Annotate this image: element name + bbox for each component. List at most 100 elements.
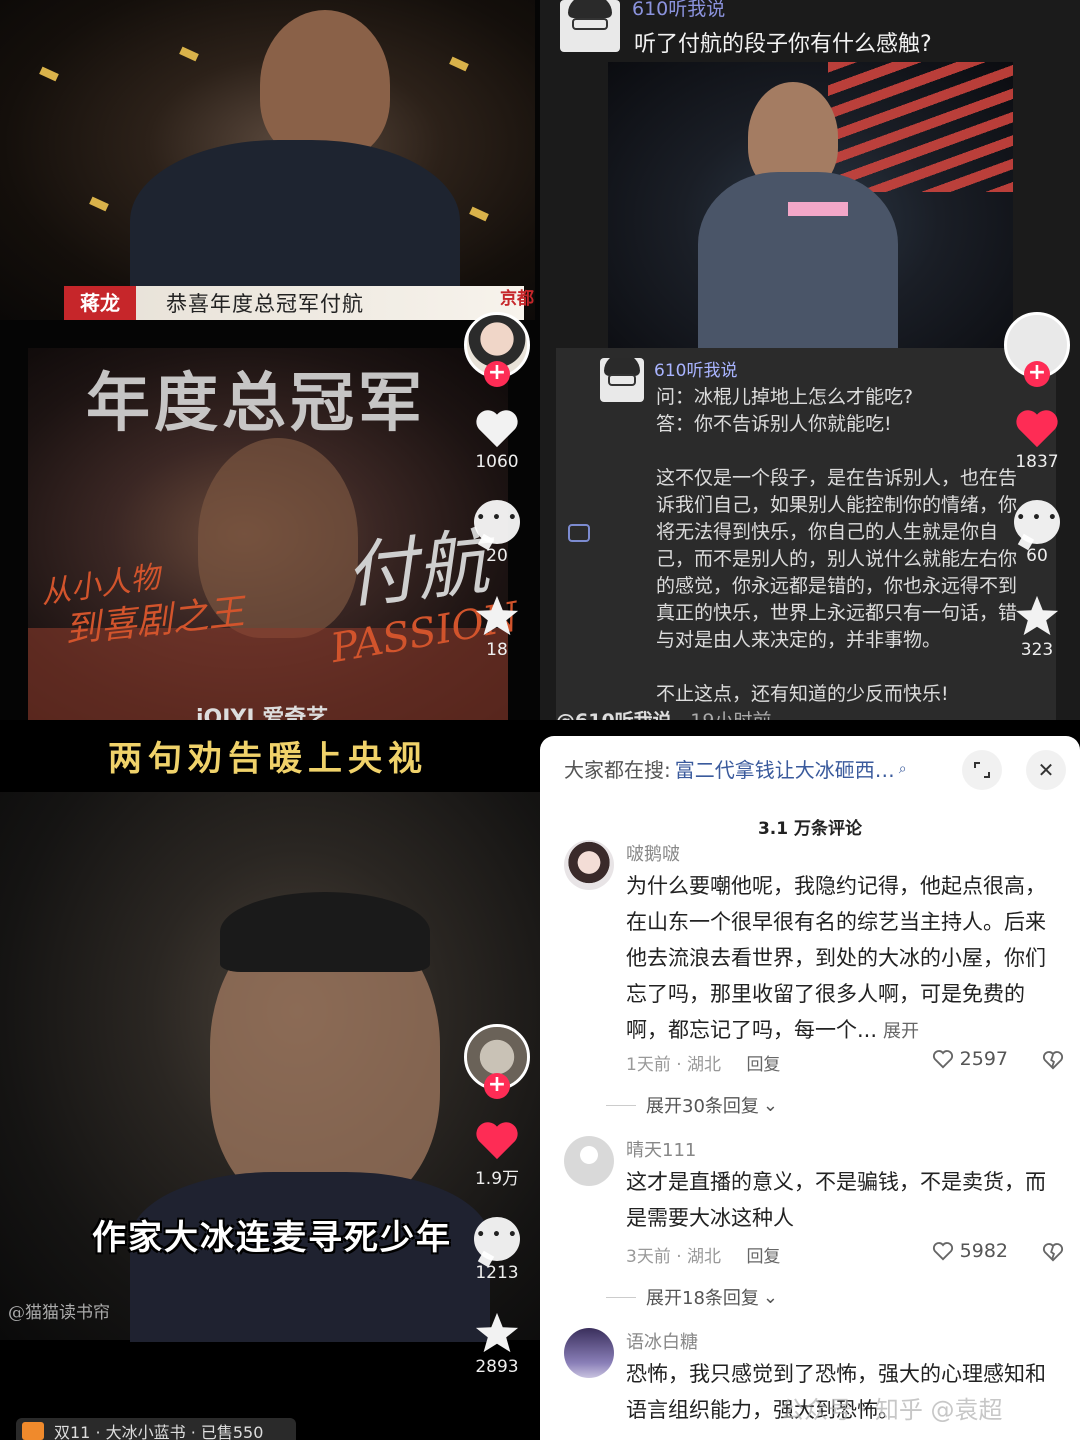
author-avatar[interactable]	[560, 0, 620, 52]
caption-text: 恭喜年度总冠军付航	[166, 292, 364, 316]
video-author-handle-text: @610听我说	[556, 710, 672, 720]
comment-bubble-icon	[474, 500, 520, 544]
comment-count: 60	[1026, 546, 1048, 566]
video-panel-bottom-left: 两句劝告暖上央视 作家大冰连麦寻死少年 @猫猫读书帘 双11 · 大冰小蓝书 ·…	[0, 720, 540, 1440]
commenter-name[interactable]: 啵鹅啵	[626, 840, 680, 866]
shop-bag-icon	[22, 1422, 44, 1440]
favorite-count: 2893	[475, 1357, 519, 1377]
like-count: 1837	[1015, 452, 1059, 472]
favorite-button[interactable]	[1012, 594, 1062, 638]
comment-like-button[interactable]: 2597	[932, 1048, 1008, 1070]
video-panel-top-left: 蒋龙 恭喜年度总冠军付航 京都 年度总冠军 付航 从小人物 到喜剧之王 PASS…	[0, 0, 540, 720]
star-icon	[475, 595, 519, 636]
comment-button[interactable]	[472, 500, 522, 544]
heart-outline-icon	[932, 1242, 953, 1261]
creator-avatar[interactable]: +	[1004, 312, 1070, 387]
comment-button[interactable]	[472, 1217, 522, 1261]
commenter-name[interactable]: 晴天111	[626, 1136, 696, 1162]
expand-icon	[974, 762, 990, 778]
commenter-avatar[interactable]	[564, 1136, 614, 1186]
commenter-avatar[interactable]	[564, 1328, 614, 1378]
broken-heart-icon[interactable]	[1042, 1242, 1064, 1262]
shop-link-text: 双11 · 大冰小蓝书 · 已售550	[54, 1423, 264, 1440]
like-button[interactable]	[472, 406, 522, 450]
like-count: 1060	[475, 452, 519, 472]
heart-icon	[476, 1122, 518, 1160]
heart-icon	[1016, 410, 1058, 448]
post-line: 问：冰棍儿掉地上怎么才能吃?	[656, 386, 914, 408]
search-icon: ⌕	[898, 760, 907, 777]
stage-big-title: 年度总冠军	[86, 366, 426, 441]
creator-avatar[interactable]: +	[464, 312, 530, 387]
channel-tag: 京都	[500, 289, 534, 309]
favorite-count: 18	[486, 640, 508, 660]
heart-icon	[476, 410, 518, 448]
follow-plus-icon[interactable]: +	[484, 361, 510, 387]
comment-like-count: 2597	[959, 1048, 1008, 1070]
post-line: 将无法得到快乐，你自己的人生就是你自	[656, 521, 999, 543]
expand-replies[interactable]: 展开30条回复 ⌄	[646, 1092, 778, 1118]
video-panel-top-right: 610听我说 听了付航的段子你有什么感触? 610听我说 问：冰棍儿掉地上怎么才…	[540, 0, 1080, 720]
comment-like-count: 5982	[959, 1240, 1008, 1262]
follow-plus-icon[interactable]: +	[1024, 361, 1050, 387]
post-line: 真正的快乐，世界上永远都只有一句话，错	[656, 602, 1018, 624]
action-rail-top-right: + 1837 60 323	[1002, 312, 1072, 660]
post-line: 不止这点，还有知道的少反而快乐!	[656, 683, 949, 705]
broken-heart-icon[interactable]	[1042, 1050, 1064, 1070]
comment-bubble-icon	[1014, 500, 1060, 544]
comment-like-button[interactable]: 5982	[932, 1240, 1008, 1262]
caption-bar: 蒋龙 恭喜年度总冠军付航	[64, 286, 524, 320]
comment-count: 20	[486, 546, 508, 566]
like-button[interactable]	[1012, 406, 1062, 450]
trending-search-query[interactable]: 富二代拿钱让大冰砸西…	[675, 754, 895, 783]
favorite-button[interactable]	[472, 1311, 522, 1355]
comment-item: 晴天111 这才是直播的意义，不是骗钱，不是卖货，而是需要大冰这种人 3天前 ·…	[564, 1136, 1064, 1316]
favorite-count: 323	[1020, 640, 1054, 660]
comment-meta: 3天前 · 湖北 回复	[626, 1242, 780, 1267]
comment-side-icon[interactable]	[568, 524, 590, 542]
author-name[interactable]: 610听我说	[632, 0, 725, 21]
comment-time: 1天前 · 湖北	[626, 1055, 722, 1075]
expand-button[interactable]	[962, 750, 1002, 790]
commenter-name[interactable]: 语冰白糖	[626, 1328, 698, 1354]
comment-body: 为什么要嘲他呢，我隐约记得，他起点很高，在山东一个很早很有名的综艺当主持人。后来…	[626, 874, 1046, 1042]
post-line: 的感觉，你永远都是错的，你也永远得不到	[656, 575, 1018, 597]
comment-item: 啵鹅啵 为什么要嘲他呢，我隐约记得，他起点很高，在山东一个很早很有名的综艺当主持…	[564, 840, 1064, 1120]
video-frame-comedy-show[interactable]	[0, 0, 535, 320]
source-watermark: 公众号 · 知乎 @袁超	[780, 1396, 1003, 1424]
close-button[interactable]: ✕	[1026, 750, 1066, 790]
like-button[interactable]	[472, 1118, 522, 1162]
reply-button[interactable]: 回复	[746, 1247, 780, 1267]
video-author-handle[interactable]: @610听我说 19小时前	[556, 706, 771, 720]
comment-button[interactable]	[1012, 500, 1062, 544]
post-line: 己，而不是别人的，别人说什么就能左右你	[656, 548, 1018, 570]
comments-sheet: 大家都在搜: 富二代拿钱让大冰砸西… ⌕ ✕ 3.1 万条评论 啵鹅啵 为什么要…	[540, 736, 1080, 1440]
expand-replies-text: 展开18条回复	[646, 1288, 759, 1309]
iqiyi-logo: iQIYI 爱奇艺	[196, 706, 329, 720]
comment-text: 这才是直播的意义，不是骗钱，不是卖货，而是需要大冰这种人	[626, 1170, 1046, 1230]
post-author[interactable]: 610听我说	[654, 356, 737, 381]
creator-avatar[interactable]: +	[464, 1024, 530, 1099]
follow-plus-icon[interactable]: +	[484, 1073, 510, 1099]
favorite-button[interactable]	[472, 594, 522, 638]
video-frame-standup[interactable]	[608, 62, 1013, 350]
comment-text: 为什么要嘲他呢，我隐约记得，他起点很高，在山东一个很早很有名的综艺当主持人。后来…	[626, 868, 1066, 1050]
comment-time: 3天前 · 湖北	[626, 1247, 722, 1267]
post-line: 这不仅是一个段子，是在告诉别人，也在告	[656, 467, 1018, 489]
chevron-down-icon: ⌄	[762, 1094, 778, 1116]
post-line: 与对是由人来决定的，并非事物。	[656, 629, 942, 651]
video-title-banner: 两句劝告暖上央视	[0, 720, 540, 790]
caption-name: 蒋龙	[64, 286, 136, 320]
video-subtitle: 作家大冰连麦寻死少年	[92, 1218, 452, 1258]
reply-button[interactable]: 回复	[746, 1055, 780, 1075]
comment-meta: 1天前 · 湖北 回复	[626, 1050, 780, 1075]
expand-replies[interactable]: 展开18条回复 ⌄	[646, 1284, 778, 1310]
post-author-avatar[interactable]	[600, 358, 644, 402]
trending-search[interactable]: 大家都在搜: 富二代拿钱让大冰砸西… ⌕	[564, 754, 907, 783]
expand-replies-text: 展开30条回复	[646, 1096, 759, 1117]
star-icon	[1015, 595, 1059, 636]
commenter-avatar[interactable]	[564, 840, 614, 890]
action-rail-bottom-left: + 1.9万 1213 2893	[462, 1024, 532, 1377]
show-more-link[interactable]: 展开	[883, 1021, 919, 1042]
shop-link-bar[interactable]: 双11 · 大冰小蓝书 · 已售550	[16, 1418, 296, 1440]
